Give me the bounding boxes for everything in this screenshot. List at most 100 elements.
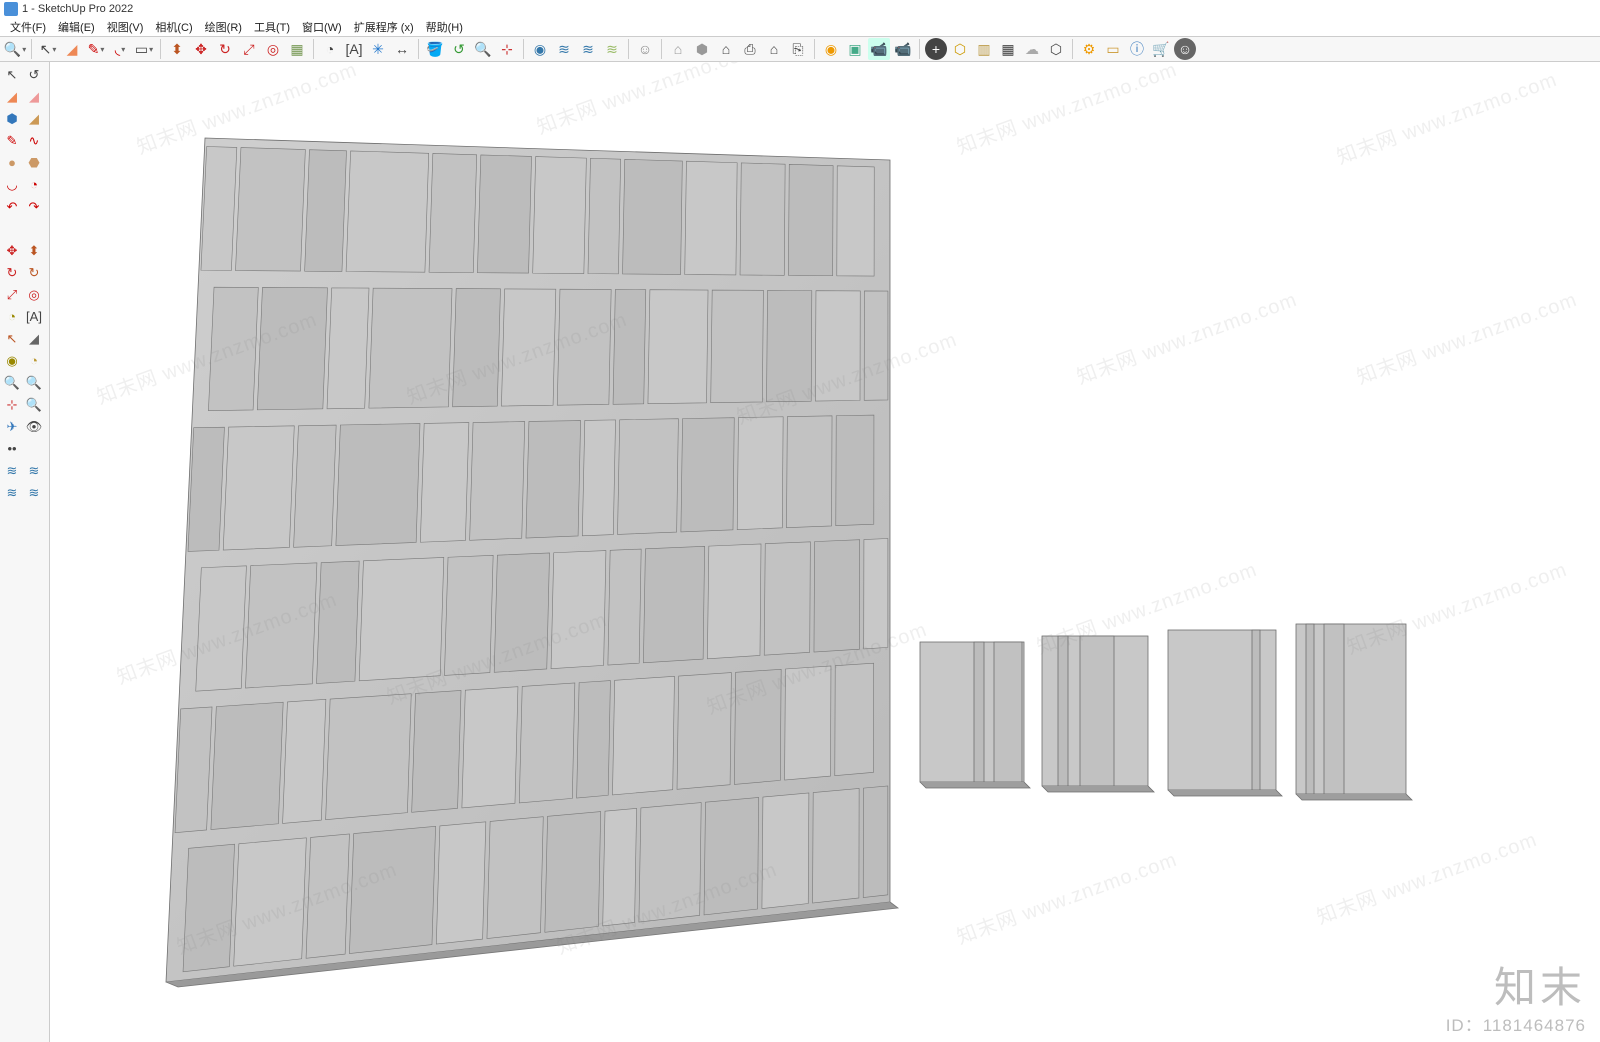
tape-icon[interactable]: ◔ xyxy=(2,306,22,326)
line-icon[interactable]: ✎ xyxy=(2,130,22,150)
axes-icon[interactable]: ◉ xyxy=(2,350,22,370)
box-icon[interactable]: ⬡ xyxy=(949,38,971,60)
separator xyxy=(919,39,920,59)
menu-f[interactable]: 文件(F) xyxy=(4,19,52,35)
viewport[interactable]: 知末网 www.znzmo.com知末网 www.znzmo.com知末网 ww… xyxy=(50,62,1600,1042)
select-icon[interactable]: ↖▾ xyxy=(37,38,59,60)
scale-icon[interactable]: ⤢ xyxy=(238,38,260,60)
lasso-icon[interactable]: ◢ xyxy=(2,86,22,106)
circle-icon[interactable]: ● xyxy=(2,152,22,172)
top-toolbar: 🔍▾↖▾◢✎▾◟▾▭▾⬍✥↻⤢◎▦◔[A]✳↔🪣↺🔍⊹◉≋≋≋☺⌂⬢⌂⎙⌂⎘◉▣… xyxy=(0,36,1600,62)
styles-icon[interactable]: ≋ xyxy=(601,38,623,60)
warehouse-icon[interactable]: ⌂ xyxy=(667,38,689,60)
model-canvas[interactable] xyxy=(50,62,1600,1042)
profile-icon[interactable]: ☺ xyxy=(1174,38,1196,60)
menu-h[interactable]: 帮助(H) xyxy=(420,19,469,35)
free-icon[interactable]: ∿ xyxy=(24,130,44,150)
menu-w[interactable]: 窗口(W) xyxy=(296,19,348,35)
section-icon[interactable]: ◉ xyxy=(529,38,551,60)
fog-icon[interactable]: ☁ xyxy=(1021,38,1043,60)
left-toolbar: ↖↺◢◢⬢◢✎∿●⬣◡◔↶↷✥⬍↻↻⤢◎◔[A]↖◢◉◔🔍🔍⊹🔍✈👁••≋≋≋≋ xyxy=(0,62,50,1042)
outliner-icon[interactable]: ≋ xyxy=(577,38,599,60)
text-icon[interactable]: ◢ xyxy=(24,328,44,348)
menu-e[interactable]: 编辑(E) xyxy=(52,19,101,35)
pushpull-icon[interactable]: ⬍ xyxy=(24,240,44,260)
geolocation-icon[interactable]: ◉ xyxy=(820,38,842,60)
layers-icon[interactable]: ≋ xyxy=(2,460,22,480)
dim-icon[interactable]: [A] xyxy=(24,306,44,326)
eraser-icon[interactable]: ◢ xyxy=(61,38,83,60)
print-icon[interactable]: ⎙ xyxy=(739,38,761,60)
rotate-icon[interactable]: ↻ xyxy=(2,262,22,282)
offset-icon[interactable]: ◎ xyxy=(262,38,284,60)
orbit-icon[interactable]: ↺ xyxy=(24,64,44,84)
gear-icon[interactable]: ⚙ xyxy=(1078,38,1100,60)
steps-icon[interactable]: •• xyxy=(2,438,22,458)
walk-icon[interactable]: ✈ xyxy=(2,416,22,436)
arc-icon[interactable]: ◟▾ xyxy=(109,38,131,60)
3dw-icon[interactable]: ⬢ xyxy=(691,38,713,60)
text-icon[interactable]: [A] xyxy=(343,38,365,60)
report-icon[interactable]: ▥ xyxy=(973,38,995,60)
cart-icon[interactable]: 🛒 xyxy=(1150,38,1172,60)
redo-icon[interactable]: ↷ xyxy=(24,196,44,216)
protractor-icon[interactable]: ↖ xyxy=(2,328,22,348)
add-icon[interactable]: + xyxy=(925,38,947,60)
match-icon[interactable]: ▣ xyxy=(844,38,866,60)
menu-r[interactable]: 绘图(R) xyxy=(199,19,248,35)
paint-icon[interactable]: 🪣 xyxy=(424,38,446,60)
soften-icon[interactable]: ≋ xyxy=(24,482,44,502)
export-icon[interactable]: ⌂ xyxy=(763,38,785,60)
move-icon[interactable]: ✥ xyxy=(2,240,22,260)
pushpull-icon[interactable]: ⬍ xyxy=(166,38,188,60)
orbit-icon[interactable]: ↺ xyxy=(448,38,470,60)
protractor-icon[interactable]: ◔ xyxy=(319,38,341,60)
pos-icon[interactable]: ⊹ xyxy=(2,394,22,414)
camera-icon[interactable]: 📹 xyxy=(868,38,890,60)
menu-t[interactable]: 工具(T) xyxy=(248,19,296,35)
dim-icon[interactable]: ↔ xyxy=(391,38,413,60)
tape-icon[interactable]: ▦ xyxy=(286,38,308,60)
grid-icon[interactable]: ▦ xyxy=(997,38,1019,60)
select-icon[interactable]: ↖ xyxy=(2,64,22,84)
tags-icon[interactable]: ≋ xyxy=(2,482,22,502)
menu-x[interactable]: 扩展程序 (x) xyxy=(348,19,420,35)
styles-icon[interactable]: ≋ xyxy=(24,460,44,480)
menu-v[interactable]: 视图(V) xyxy=(101,19,150,35)
scale-icon[interactable]: ⤢ xyxy=(2,284,22,304)
arc-icon[interactable]: ◡ xyxy=(2,174,22,194)
eye-icon[interactable]: 👁 xyxy=(24,416,44,436)
offset-icon[interactable]: ◎ xyxy=(24,284,44,304)
record-icon[interactable]: 📹 xyxy=(892,38,914,60)
settings-icon[interactable]: ▭ xyxy=(1102,38,1124,60)
home-icon[interactable]: ⌂ xyxy=(715,38,737,60)
layers-icon[interactable]: ≋ xyxy=(553,38,575,60)
eraser-icon[interactable]: ◢ xyxy=(24,86,44,106)
rotate-icon[interactable]: ↻ xyxy=(214,38,236,60)
sun-icon[interactable]: ⬡ xyxy=(1045,38,1067,60)
follow-icon[interactable]: ↻ xyxy=(24,262,44,282)
rect-icon[interactable]: ▭▾ xyxy=(133,38,155,60)
separator xyxy=(313,39,314,59)
zoomw-icon[interactable]: 🔍 xyxy=(24,372,44,392)
pie-icon[interactable]: ◔ xyxy=(24,174,44,194)
paint-icon[interactable]: ◢ xyxy=(24,108,44,128)
zoom-icon[interactable]: 🔍▾ xyxy=(4,38,26,60)
import-icon[interactable]: ⎘ xyxy=(787,38,809,60)
zoom-icon[interactable]: 🔍 xyxy=(2,372,22,392)
separator xyxy=(418,39,419,59)
user-icon[interactable]: ☺ xyxy=(634,38,656,60)
separator xyxy=(661,39,662,59)
undo-icon[interactable]: ↶ xyxy=(2,196,22,216)
zoomext-icon[interactable]: ⊹ xyxy=(496,38,518,60)
component-icon[interactable]: ⬢ xyxy=(2,108,22,128)
info-icon[interactable]: ⓘ xyxy=(1126,38,1148,60)
section-icon[interactable]: ◔ xyxy=(24,350,44,370)
pan-icon[interactable]: 🔍 xyxy=(472,38,494,60)
menu-c[interactable]: 相机(C) xyxy=(149,19,198,35)
pencil-icon[interactable]: ✎▾ xyxy=(85,38,107,60)
axes-icon[interactable]: ✳ xyxy=(367,38,389,60)
polygon-icon[interactable]: ⬣ xyxy=(24,152,44,172)
move-icon[interactable]: ✥ xyxy=(190,38,212,60)
look-icon[interactable]: 🔍 xyxy=(24,394,44,414)
